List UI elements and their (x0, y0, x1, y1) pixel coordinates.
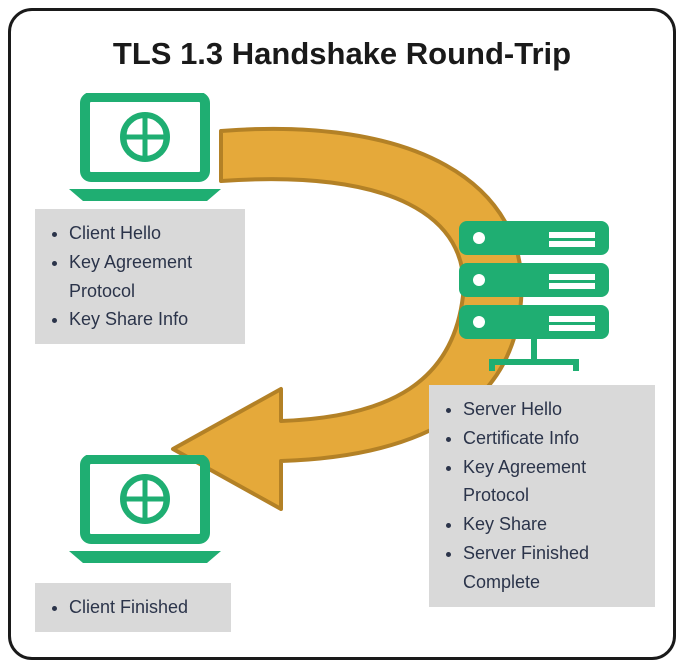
list-item: Client Finished (69, 593, 217, 622)
diagram-frame: TLS 1.3 Handshake Round-Trip Client Hell… (0, 0, 678, 662)
client-done-list: Client Finished (43, 593, 217, 622)
client-send-box: Client Hello Key Agreement Protocol Key … (35, 209, 245, 344)
server-icon (449, 215, 619, 375)
diagram-title: TLS 1.3 Handshake Round-Trip (11, 35, 673, 72)
list-item: Certificate Info (463, 424, 641, 453)
client-laptop-top-icon (65, 93, 225, 205)
client-laptop-bottom-icon (65, 455, 225, 567)
list-item: Key Agreement Protocol (463, 453, 641, 511)
list-item: Server Finished Complete (463, 539, 641, 597)
list-item: Client Hello (69, 219, 231, 248)
list-item: Server Hello (463, 395, 641, 424)
client-send-list: Client Hello Key Agreement Protocol Key … (43, 219, 231, 334)
server-reply-list: Server Hello Certificate Info Key Agreem… (437, 395, 641, 597)
client-done-box: Client Finished (35, 583, 231, 632)
server-reply-box: Server Hello Certificate Info Key Agreem… (429, 385, 655, 607)
list-item: Key Agreement Protocol (69, 248, 231, 306)
diagram-card: TLS 1.3 Handshake Round-Trip Client Hell… (8, 8, 676, 660)
list-item: Key Share Info (69, 305, 231, 334)
list-item: Key Share (463, 510, 641, 539)
